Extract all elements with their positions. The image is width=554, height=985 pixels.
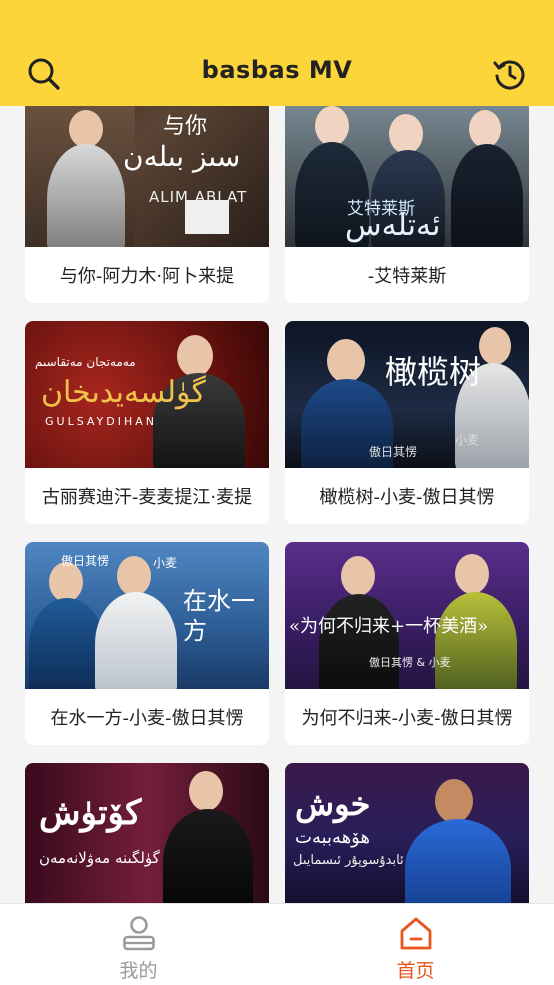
tab-label: 我的: [119, 960, 158, 982]
thumb-artist: 傲日其愣: [369, 445, 418, 459]
video-card[interactable]: مەمەتجان مەتقاسىم گۈلسەيدىخان GULSAYDIHA…: [25, 321, 269, 524]
video-grid: 与你 سىز بىلەن ALIM ABLAT 与你-阿力木·阿卜来提 艾特莱斯…: [25, 106, 530, 903]
tab-mine[interactable]: 我的: [0, 904, 277, 985]
history-button[interactable]: [490, 54, 530, 94]
thumb-title: گۈلسەيدىخان: [41, 375, 206, 410]
video-card[interactable]: 橄榄树 傲日其愣 小麦 橄榄树-小麦-傲日其愣: [285, 321, 529, 524]
video-card[interactable]: «为何不归来+一杯美酒» 傲日其愣 & 小麦 为何不归来-小麦-傲日其愣: [285, 542, 529, 745]
video-feed[interactable]: 与你 سىز بىلەن ALIM ABLAT 与你-阿力木·阿卜来提 艾特莱斯…: [0, 106, 554, 903]
thumb-title: كۆتۈش: [39, 793, 142, 833]
video-card[interactable]: 傲日其愣 小麦 在水一方 在水一方-小麦-傲日其愣: [25, 542, 269, 745]
thumb-subtitle: ئەتلەس: [345, 208, 441, 243]
video-title: 为何不归来-小麦-傲日其愣: [301, 708, 513, 729]
page-title: basbas MV: [201, 56, 353, 84]
thumb-subtitle: سىز بىلەن: [123, 140, 241, 173]
thumb-artist: 傲日其愣 & 小麦: [369, 656, 451, 669]
video-thumbnail: 与你 سىز بىلەن ALIM ABLAT: [25, 106, 269, 247]
home-icon: [400, 917, 431, 950]
top-header: basbas MV: [0, 0, 554, 106]
thumb-subtitle: گۈلگىنە مەۋلانەمەن: [39, 849, 160, 867]
history-icon: [493, 60, 525, 90]
thumb-title: 与你: [163, 114, 208, 139]
thumb-title: «为何不归来+一杯美酒»: [289, 616, 489, 637]
video-card[interactable]: 艾特莱斯 ئەتلەس -艾特莱斯: [285, 106, 529, 303]
video-thumbnail: «为何不归来+一杯美酒» 傲日其愣 & 小麦: [285, 542, 529, 689]
thumb-artist: ALIM ABLAT: [149, 188, 248, 206]
app-screen: basbas MV 与你 سىز بىلەن ALIM ABLAT 与你-阿力木…: [0, 0, 554, 985]
video-title: 古丽赛迪汗-麦麦提江·麦提: [41, 487, 253, 508]
video-thumbnail: كۆتۈش گۈلگىنە مەۋلانەمەن: [25, 763, 269, 903]
thumb-artist: GULSAYDIHAN: [45, 415, 158, 428]
bottom-tab-bar: 我的 首页: [0, 903, 554, 985]
thumb-subtitle: مەمەتجان مەتقاسىم: [35, 355, 136, 369]
person-icon: [122, 916, 155, 951]
tab-label: 首页: [396, 960, 435, 982]
thumb-subtitle: ھۆھەببەت: [295, 827, 370, 848]
thumb-artist: 傲日其愣: [61, 554, 110, 568]
video-thumbnail: خوش ھۆھەببەت ئابدۇسوپۇر ئىسمايىل: [285, 763, 529, 903]
video-title: -艾特莱斯: [367, 266, 447, 287]
thumb-title: 橄榄树: [385, 353, 482, 391]
video-thumbnail: مەمەتجان مەتقاسىم گۈلسەيدىخان GULSAYDIHA…: [25, 321, 269, 468]
thumb-artist-2: 小麦: [455, 433, 480, 447]
thumb-artist-2: 小麦: [153, 556, 178, 570]
video-title: 在水一方-小麦-傲日其愣: [50, 708, 244, 729]
video-thumbnail: 傲日其愣 小麦 在水一方: [25, 542, 269, 689]
video-title: 橄榄树-小麦-傲日其愣: [319, 487, 495, 508]
video-thumbnail: 艾特莱斯 ئەتلەس: [285, 106, 529, 247]
thumb-title: 在水一方: [183, 587, 255, 645]
thumb-title: خوش: [295, 785, 371, 823]
video-card[interactable]: كۆتۈش گۈلگىنە مەۋلانەمەن: [25, 763, 269, 903]
video-card[interactable]: 与你 سىز بىلەن ALIM ABLAT 与你-阿力木·阿卜来提: [25, 106, 269, 303]
video-title: 与你-阿力木·阿卜来提: [59, 266, 235, 287]
tab-home[interactable]: 首页: [277, 904, 554, 985]
video-thumbnail: 橄榄树 傲日其愣 小麦: [285, 321, 529, 468]
video-card[interactable]: خوش ھۆھەببەت ئابدۇسوپۇر ئىسمايىل: [285, 763, 529, 903]
thumb-artist: ئابدۇسوپۇر ئىسمايىل: [293, 853, 404, 868]
